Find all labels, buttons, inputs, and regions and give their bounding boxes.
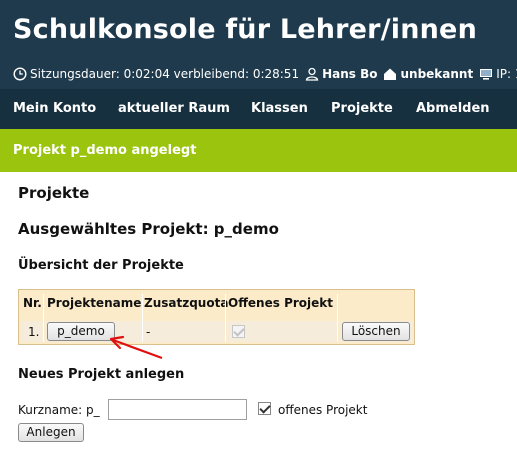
column-divider <box>43 294 44 342</box>
shortname-input[interactable] <box>108 399 247 420</box>
page-title: Projekte <box>18 184 90 202</box>
overview-heading: Übersicht der Projekte <box>18 258 184 273</box>
column-header-nr: Nr. <box>23 296 42 310</box>
column-header-projektename: Projektename <box>47 296 142 310</box>
delete-project-button[interactable]: Löschen <box>342 322 410 341</box>
clock-icon <box>13 67 27 81</box>
table-cell-bg <box>144 321 225 342</box>
nav-item-abmelden[interactable]: Abmelden <box>416 101 490 116</box>
app-title: Schulkonsole für Lehrer/innen <box>13 14 477 45</box>
room-name: unbekannt <box>400 67 474 81</box>
nav-item-aktueller-raum[interactable]: aktueller Raum <box>118 101 230 116</box>
column-divider <box>337 294 338 342</box>
row-number: 1. <box>28 325 40 339</box>
column-divider <box>142 294 143 342</box>
main-navigation: Mein Konto aktueller Raum Klassen Projek… <box>0 89 517 129</box>
project-quota: - <box>146 325 151 339</box>
nav-item-projekte[interactable]: Projekte <box>331 101 393 116</box>
nav-item-klassen[interactable]: Klassen <box>251 101 308 116</box>
house-icon <box>384 68 397 80</box>
ip-address: IP: 17 <box>496 67 517 81</box>
projects-table: Nr. Projektename Zusatzquota Offenes Pro… <box>18 289 415 345</box>
selected-project-heading: Ausgewähltes Projekt: p_demo <box>18 220 279 238</box>
project-open-checkbox <box>232 325 245 338</box>
app-header: Schulkonsole für Lehrer/innen Sitzungsda… <box>0 0 517 89</box>
session-status-bar: Sitzungsdauer: 0:02:04 verbleibend: 0:28… <box>13 66 517 82</box>
success-notice: Projekt p_demo angelegt <box>0 129 517 172</box>
open-project-label: offenes Projekt <box>278 403 368 417</box>
column-divider <box>225 294 226 342</box>
column-header-zusatzquota: Zusatzquota <box>144 296 229 310</box>
create-project-button[interactable]: Anlegen <box>18 423 84 442</box>
user-icon <box>305 67 319 81</box>
nav-item-mein-konto[interactable]: Mein Konto <box>13 101 96 116</box>
shortname-label: Kurzname: p_ <box>18 403 100 417</box>
project-name-button[interactable]: p_demo <box>47 322 115 341</box>
session-duration: Sitzungsdauer: 0:02:04 verbleibend: 0:28… <box>30 67 300 81</box>
open-project-checkbox[interactable] <box>258 402 271 415</box>
monitor-icon <box>480 69 493 80</box>
user-name: Hans Bo <box>322 67 378 81</box>
column-header-offenes-projekt: Offenes Projekt <box>228 296 333 310</box>
new-project-heading: Neues Projekt anlegen <box>18 367 185 382</box>
notice-text: Projekt p_demo angelegt <box>13 143 197 158</box>
